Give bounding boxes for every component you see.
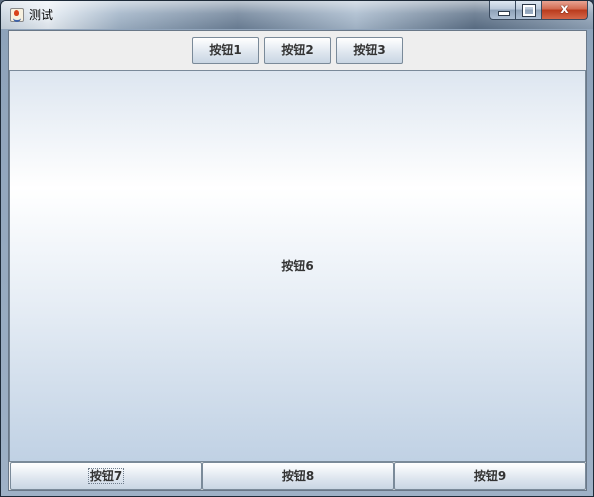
button-7[interactable]: 按钮7 bbox=[10, 462, 202, 490]
content-pane: 按钮1 按钮2 按钮3 按钮6 按钮7 按钮8 按钮9 bbox=[8, 30, 587, 491]
close-button[interactable]: x bbox=[542, 1, 588, 20]
button-6-label: 按钮6 bbox=[281, 259, 314, 273]
java-cup-icon[interactable] bbox=[10, 8, 24, 22]
button-9[interactable]: 按钮9 bbox=[394, 462, 586, 490]
title-bar[interactable]: 测试 x bbox=[1, 1, 593, 29]
minimize-button[interactable] bbox=[489, 1, 516, 20]
app-window: 测试 x 按钮1 按钮2 按钮3 按钮6 按钮7 按钮8 按钮9 bbox=[0, 0, 594, 497]
button-8[interactable]: 按钮8 bbox=[202, 462, 394, 490]
north-panel: 按钮1 按钮2 按钮3 bbox=[9, 31, 586, 70]
button-7-label: 按钮7 bbox=[87, 468, 125, 484]
button-3[interactable]: 按钮3 bbox=[336, 37, 403, 64]
button-1[interactable]: 按钮1 bbox=[192, 37, 259, 64]
window-controls: x bbox=[489, 1, 588, 20]
button-2[interactable]: 按钮2 bbox=[264, 37, 331, 64]
close-icon: x bbox=[560, 2, 569, 17]
south-panel: 按钮7 按钮8 按钮9 bbox=[9, 462, 586, 490]
minimize-icon bbox=[498, 11, 510, 16]
button-6[interactable]: 按钮6 bbox=[9, 70, 586, 462]
maximize-icon bbox=[522, 4, 536, 17]
window-title: 测试 bbox=[29, 8, 54, 22]
maximize-button[interactable] bbox=[516, 1, 542, 20]
